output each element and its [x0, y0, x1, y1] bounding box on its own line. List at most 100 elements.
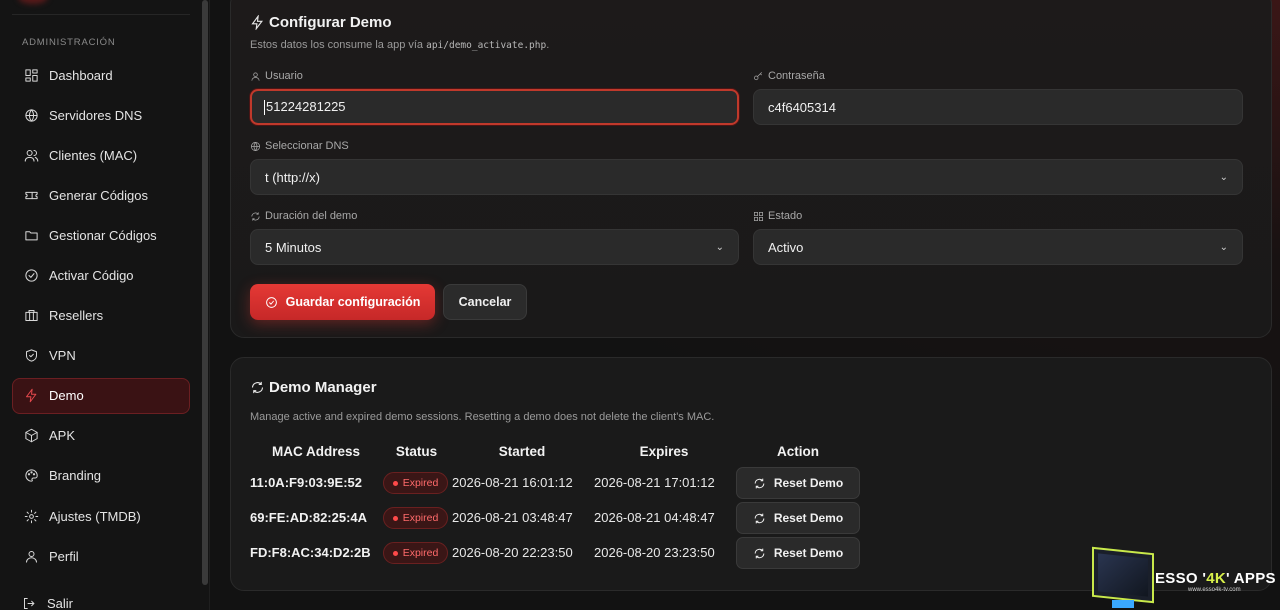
sidebar-item-servidores-dns[interactable]: Servidores DNS [12, 97, 190, 133]
status-badge: Expired [383, 507, 448, 529]
logout-button[interactable]: Salir [22, 596, 73, 610]
status-dot [392, 550, 398, 556]
folder-icon [23, 227, 39, 243]
started-time: 2026-08-21 03:48:47 [452, 510, 573, 525]
brand-name-highlight: 4K [1206, 570, 1226, 587]
sidebar-item-label: Resellers [49, 308, 104, 324]
reset-demo-label: Reset Demo [773, 511, 844, 525]
sidebar: ADMINISTRACIÓN Dashboard Servidores DNS … [0, 0, 210, 610]
sidebar-item-branding[interactable]: Branding [12, 458, 190, 494]
password-input[interactable]: c4f6405314 [753, 89, 1243, 125]
cancel-label: Cancelar [458, 295, 512, 309]
config-title-text: Configurar Demo [269, 14, 392, 31]
sidebar-item-clientes[interactable]: Clientes (MAC) [12, 137, 190, 173]
sidebar-item-label: VPN [49, 348, 76, 364]
status-badge: Expired [383, 472, 448, 494]
sidebar-item-dashboard[interactable]: Dashboard [12, 57, 190, 93]
reset-demo-button[interactable]: Reset Demo [736, 502, 860, 534]
sidebar-item-label: Servidores DNS [49, 107, 143, 123]
usuario-label-text: Usuario [265, 70, 303, 82]
dns-label: Seleccionar DNS [250, 140, 349, 152]
col-status: Status [395, 444, 438, 459]
sidebar-item-gestionar-codigos[interactable]: Gestionar Códigos [12, 217, 190, 253]
user-icon [251, 71, 260, 81]
dns-select[interactable]: t (http://x) ⌄ [250, 159, 1243, 195]
sidebar-item-vpn[interactable]: VPN [12, 338, 190, 374]
sidebar-item-perfil[interactable]: Perfil [12, 538, 190, 574]
config-subtitle-prefix: Estos datos los consume la app vía [250, 39, 427, 51]
sidebar-item-label: Demo [49, 388, 84, 404]
status-text: Expired [402, 512, 439, 524]
reset-demo-button[interactable]: Reset Demo [736, 537, 860, 569]
expires-time: 2026-08-21 17:01:12 [594, 475, 715, 490]
col-mac: MAC Address [271, 444, 360, 459]
expires-time: 2026-08-21 04:48:47 [594, 510, 715, 525]
demo-config-card: Configurar Demo Estos datos los consume … [230, 0, 1272, 338]
password-label-text: Contraseña [768, 70, 825, 82]
status-dot [392, 480, 398, 486]
col-expires: Expires [639, 444, 689, 459]
duracion-value: 5 Minutos [265, 239, 322, 255]
refresh-icon [251, 211, 260, 221]
reset-demo-label: Reset Demo [773, 476, 844, 490]
manager-title: Demo Manager [250, 379, 377, 396]
logout-icon [24, 598, 35, 609]
sidebar-item-ajustes[interactable]: Ajustes (TMDB) [12, 498, 190, 534]
password-value: c4f6405314 [768, 99, 836, 115]
dashboard-icon [754, 211, 763, 221]
monitor-stand [1112, 600, 1134, 608]
chevron-down-icon: ⌄ [1219, 171, 1228, 183]
check-circle-icon [23, 267, 39, 283]
key-icon [754, 71, 762, 80]
manager-description: Manage active and expired demo sessions.… [250, 411, 715, 423]
config-subtitle-suffix: . [546, 39, 550, 51]
sidebar-item-label: Perfil [49, 548, 79, 564]
refresh-icon [251, 381, 264, 394]
dashboard-icon [23, 67, 39, 83]
ticket-icon [23, 187, 39, 203]
sidebar-nav: Dashboard Servidores DNS Clientes (MAC) … [12, 57, 190, 578]
save-config-button[interactable]: Guardar configuración [250, 284, 435, 320]
sidebar-scrollbar[interactable] [202, 0, 208, 585]
brand-name-prefix: ESSO ' [1155, 570, 1207, 587]
dns-label-text: Seleccionar DNS [265, 140, 349, 152]
main-content: Configurar Demo Estos datos los consume … [210, 0, 1280, 610]
sidebar-item-label: Generar Códigos [49, 187, 148, 203]
sidebar-item-label: Branding [49, 468, 102, 484]
config-title: Configurar Demo [250, 14, 392, 31]
globe-icon [251, 141, 260, 151]
logout-label: Salir [47, 596, 74, 610]
started-time: 2026-08-20 22:23:50 [452, 545, 573, 560]
duracion-label: Duración del demo [250, 210, 357, 222]
refresh-icon [754, 548, 765, 558]
sidebar-item-activar-codigo[interactable]: Activar Código [12, 257, 190, 293]
sidebar-item-label: Ajustes (TMDB) [49, 508, 141, 524]
mac-address: FD:F8:AC:34:D2:2B [250, 545, 371, 560]
usuario-label: Usuario [250, 70, 303, 82]
refresh-icon [754, 513, 765, 523]
sidebar-item-generar-codigos[interactable]: Generar Códigos [12, 177, 190, 213]
zap-icon [23, 388, 39, 404]
usuario-input[interactable]: 51224281225 [250, 89, 739, 125]
sidebar-item-demo[interactable]: Demo [12, 377, 190, 414]
sidebar-item-resellers[interactable]: Resellers [12, 298, 190, 334]
duracion-select[interactable]: 5 Minutos ⌄ [250, 229, 739, 265]
save-config-label: Guardar configuración [285, 295, 421, 309]
estado-select[interactable]: Activo ⌄ [753, 229, 1243, 265]
package-icon [23, 428, 39, 444]
monitor-logo-icon [1092, 546, 1154, 604]
zap-icon [251, 15, 263, 30]
reset-demo-button[interactable]: Reset Demo [736, 467, 860, 499]
mac-address: 11:0A:F9:03:9E:52 [250, 475, 362, 490]
expires-time: 2026-08-20 23:23:50 [594, 545, 715, 560]
cancel-button[interactable]: Cancelar [443, 284, 527, 320]
mac-address: 69:FE:AD:82:25:4A [250, 510, 368, 525]
brand-url: www.esso4k-tv.com [1188, 587, 1241, 593]
manager-title-text: Demo Manager [269, 379, 377, 396]
sidebar-item-label: Gestionar Códigos [49, 227, 157, 243]
users-icon [23, 147, 39, 163]
sidebar-item-apk[interactable]: APK [12, 418, 190, 454]
sidebar-item-label: Clientes (MAC) [49, 147, 138, 163]
col-action: Action [777, 444, 819, 459]
sidebar-item-label: Activar Código [49, 267, 134, 283]
